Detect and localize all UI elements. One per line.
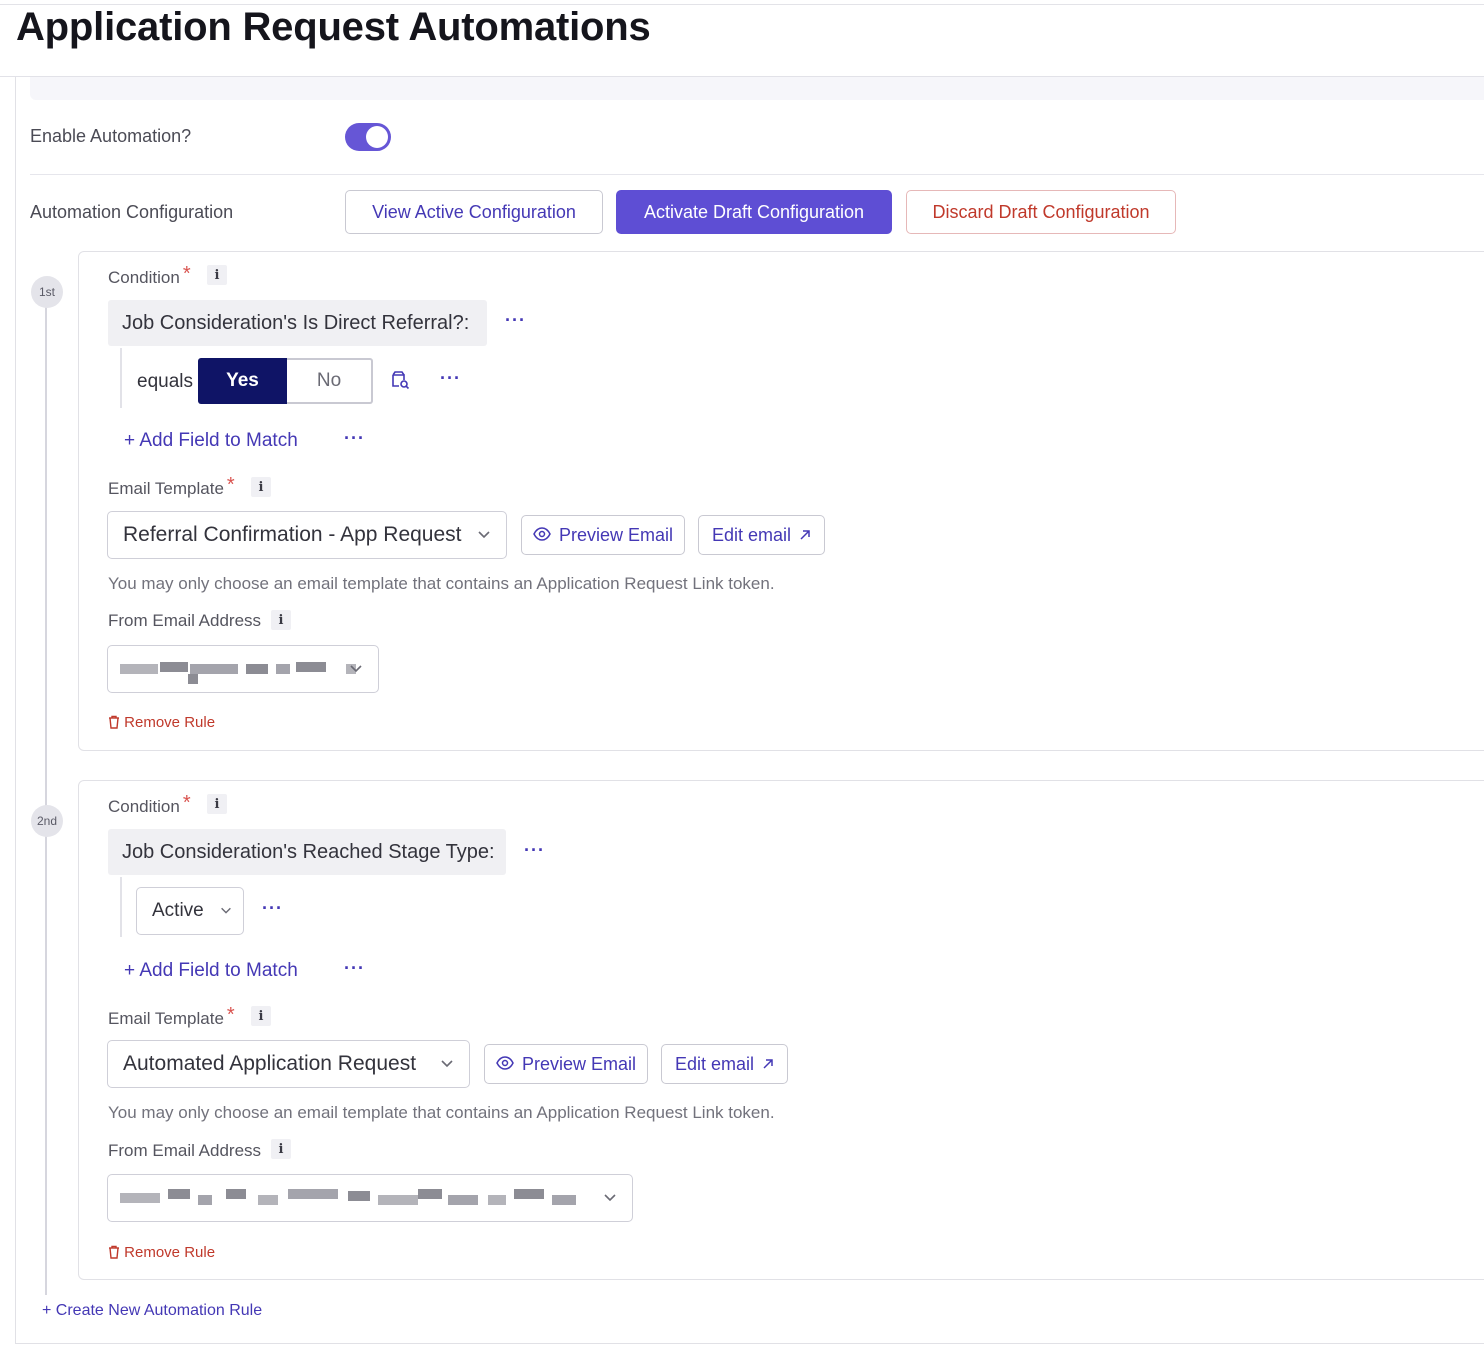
activate-draft-config-button[interactable]: Activate Draft Configuration: [616, 190, 892, 234]
chevron-down-icon: [219, 902, 233, 918]
email-template-select[interactable]: Referral Confirmation - App Request: [107, 511, 507, 559]
add-field-to-match-button[interactable]: + Add Field to Match: [124, 430, 298, 452]
email-template-select[interactable]: Automated Application Request: [107, 1040, 470, 1088]
trash-icon: [108, 714, 120, 731]
condition-sub-rail: [120, 877, 122, 937]
required-asterisk: *: [182, 263, 191, 285]
redacted-text: [418, 1189, 442, 1199]
plus-icon: +: [42, 1302, 52, 1319]
required-asterisk: *: [226, 1004, 235, 1026]
page-header: Application Request Automations: [0, 5, 1484, 77]
external-link-icon: [799, 525, 811, 546]
redacted-text: [168, 1189, 190, 1199]
redacted-text: [198, 1195, 212, 1205]
more-dots-icon[interactable]: ···: [440, 368, 461, 389]
eye-icon: [496, 1054, 514, 1075]
more-dots-icon[interactable]: ···: [344, 428, 365, 449]
condition-field-pill[interactable]: Job Consideration's Is Direct Referral?:: [108, 300, 487, 346]
from-email-label: From Email Address: [108, 1141, 262, 1160]
remove-rule-button[interactable]: Remove Rule: [108, 1244, 215, 1261]
info-icon[interactable]: i: [251, 477, 271, 497]
info-icon[interactable]: i: [251, 1006, 271, 1026]
email-template-value: Automated Application Request: [123, 1052, 417, 1075]
condition-sub-rail: [120, 348, 122, 408]
redacted-text: [190, 664, 238, 674]
page: Learn more Application Request Automatio…: [0, 0, 1484, 1346]
eye-icon: [533, 525, 551, 546]
segment-no[interactable]: No: [287, 358, 373, 404]
add-field-to-match-button[interactable]: + Add Field to Match: [124, 960, 298, 982]
stage-type-value: Active: [152, 900, 204, 921]
redacted-text: [448, 1195, 478, 1205]
redacted-text: [552, 1195, 576, 1205]
info-icon[interactable]: i: [271, 1139, 291, 1159]
condition-label: Condition *: [108, 792, 191, 816]
info-icon[interactable]: i: [207, 265, 227, 285]
more-dots-icon[interactable]: ···: [344, 958, 365, 979]
redacted-text: [348, 1191, 370, 1201]
from-email-select[interactable]: [107, 645, 379, 693]
plus-icon: +: [124, 960, 136, 981]
stage-type-select[interactable]: Active: [136, 887, 244, 935]
from-email-label: From Email Address: [108, 611, 262, 630]
step-badge-2nd: 2nd: [31, 805, 63, 837]
redacted-text: [296, 662, 326, 672]
redacted-text: [226, 1189, 246, 1199]
condition-field-pill[interactable]: Job Consideration's Reached Stage Type:: [108, 829, 506, 875]
remove-rule-button[interactable]: Remove Rule: [108, 714, 215, 731]
rule-timeline: [45, 290, 47, 1295]
more-dots-icon[interactable]: ···: [524, 840, 545, 861]
email-template-value: Referral Confirmation - App Request: [123, 523, 462, 546]
discard-draft-config-button[interactable]: Discard Draft Configuration: [906, 190, 1176, 234]
record-search-icon[interactable]: [389, 369, 411, 396]
redacted-text: [160, 662, 188, 672]
edit-email-button[interactable]: Edit email: [661, 1044, 788, 1084]
info-icon[interactable]: i: [271, 610, 291, 630]
email-template-hint: You may only choose an email template th…: [108, 574, 775, 593]
step-badge-1st: 1st: [31, 276, 63, 308]
toggle-knob: [366, 126, 388, 148]
redacted-text: [276, 664, 290, 674]
from-email-select[interactable]: [107, 1174, 633, 1222]
required-asterisk: *: [182, 792, 191, 814]
more-dots-icon[interactable]: ···: [262, 898, 283, 919]
email-template-hint: You may only choose an email template th…: [108, 1103, 775, 1122]
more-dots-icon[interactable]: ···: [505, 310, 526, 331]
chevron-down-icon: [439, 1055, 455, 1071]
redacted-text: [514, 1189, 544, 1199]
redacted-text: [246, 664, 268, 674]
plus-icon: +: [124, 430, 136, 451]
email-template-label: Email Template *: [108, 474, 235, 498]
segment-yes[interactable]: Yes: [198, 358, 287, 404]
preview-email-button[interactable]: Preview Email: [521, 515, 685, 555]
operator-label: equals: [137, 371, 193, 392]
required-asterisk: *: [226, 474, 235, 496]
enable-automation-label: Enable Automation?: [30, 126, 192, 146]
chevron-down-icon: [348, 660, 364, 676]
external-link-icon: [762, 1054, 774, 1075]
condition-label: Condition *: [108, 263, 191, 287]
chevron-down-icon: [602, 1189, 618, 1205]
view-active-config-button[interactable]: View Active Configuration: [345, 190, 603, 234]
redacted-text: [120, 664, 158, 674]
page-title: Application Request Automations: [16, 5, 651, 49]
redacted-text: [120, 1193, 160, 1203]
redacted-text: [378, 1195, 418, 1205]
enable-automation-toggle[interactable]: [345, 123, 391, 151]
automation-config-label: Automation Configuration: [30, 202, 234, 222]
redacted-text: [188, 674, 198, 684]
row-divider: [30, 174, 1484, 175]
create-new-automation-rule-button[interactable]: + Create New Automation Rule: [42, 1302, 262, 1320]
redacted-text: [488, 1195, 506, 1205]
edit-email-button[interactable]: Edit email: [698, 515, 825, 555]
email-template-label: Email Template *: [108, 1004, 235, 1028]
preview-email-button[interactable]: Preview Email: [484, 1044, 648, 1084]
trash-icon: [108, 1244, 120, 1261]
chevron-down-icon: [476, 526, 492, 542]
redacted-text: [288, 1189, 338, 1199]
info-icon[interactable]: i: [207, 794, 227, 814]
redacted-text: [258, 1195, 278, 1205]
